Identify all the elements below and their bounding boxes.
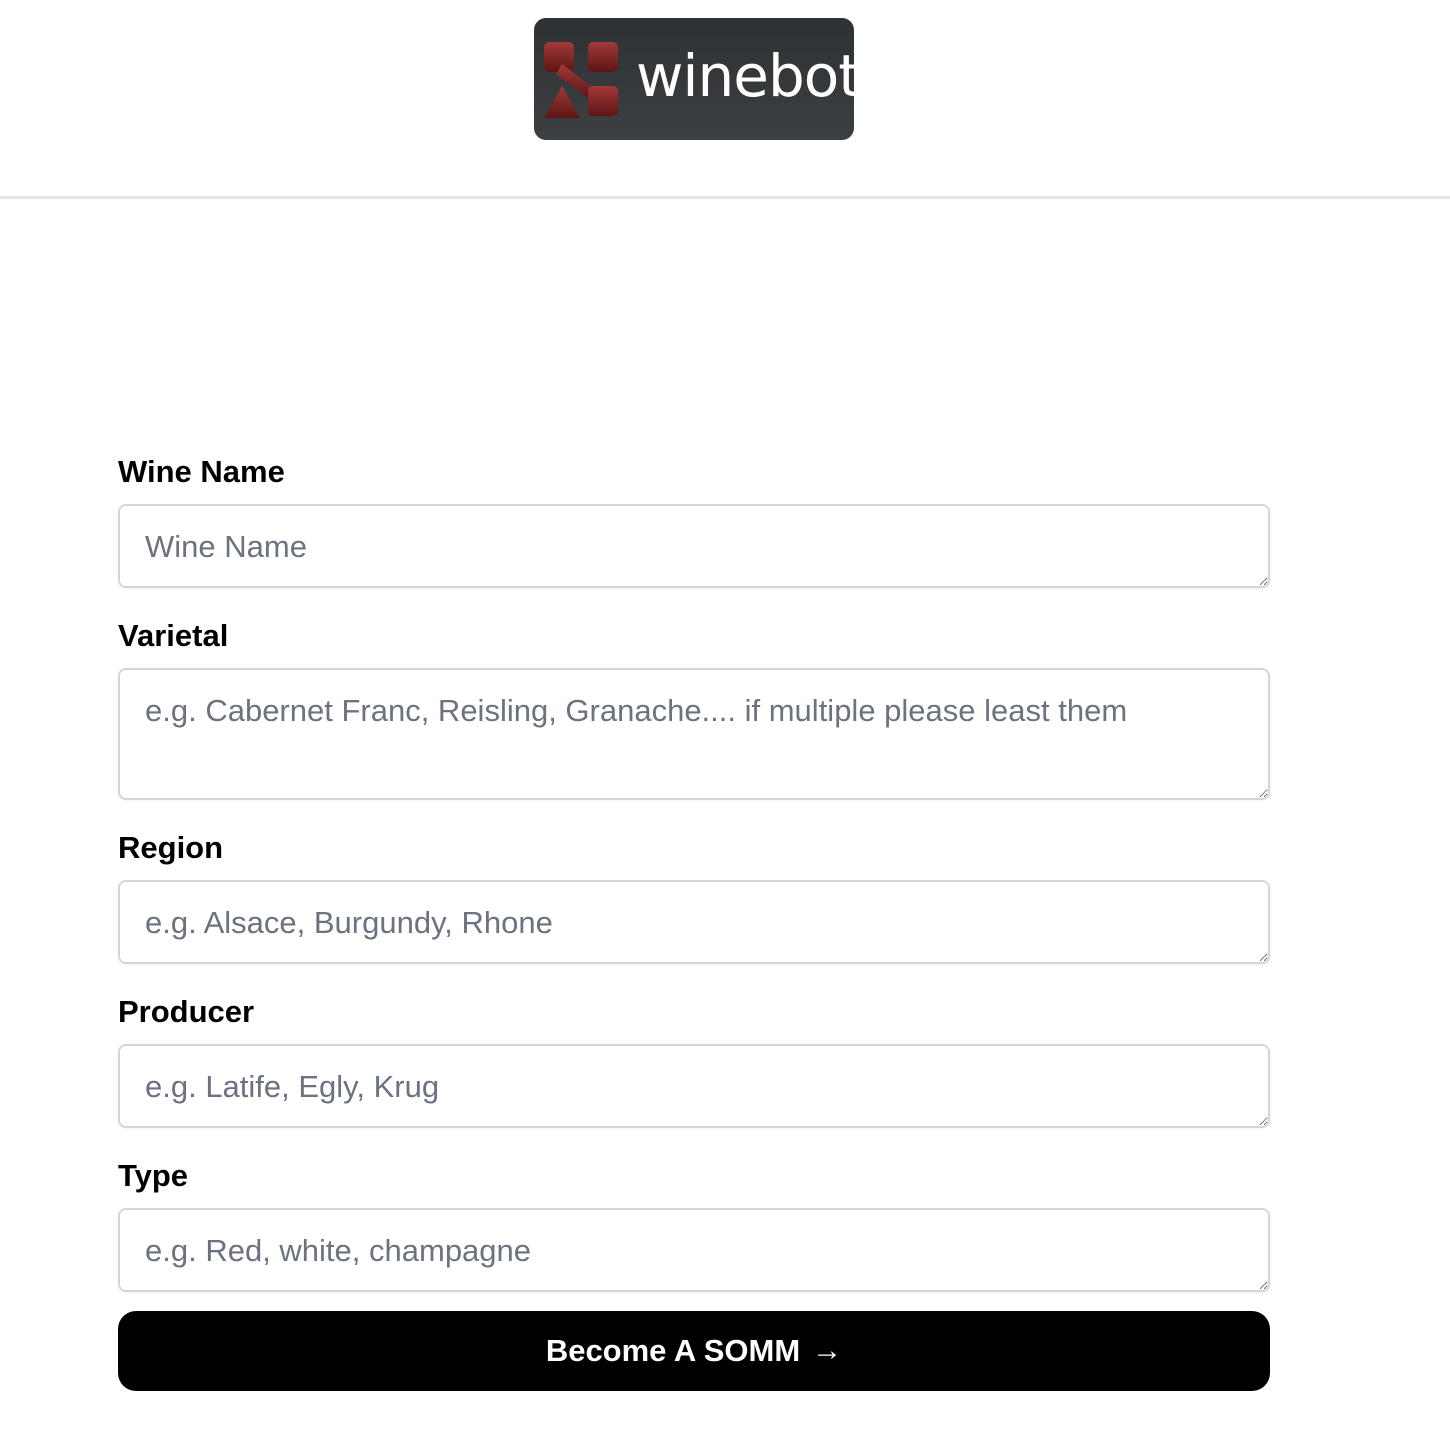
producer-label: Producer: [118, 994, 255, 1029]
become-a-somm-button[interactable]: Become A SOMM →: [118, 1311, 1270, 1391]
app-header: winebot: [0, 0, 1450, 199]
submit-label: Become A SOMM: [545, 1333, 801, 1368]
wine-name-label: Wine Name: [118, 454, 285, 489]
arrow-right-icon: →: [812, 1334, 843, 1367]
varietal-input[interactable]: [118, 668, 1270, 800]
logo-text: winebot: [636, 42, 861, 110]
producer-input[interactable]: [118, 1044, 1270, 1128]
region-input[interactable]: [118, 880, 1270, 964]
winebot-logo[interactable]: winebot: [534, 18, 861, 140]
wine-name-input[interactable]: [118, 504, 1270, 588]
field-varietal: Varietal: [118, 616, 1270, 800]
field-wine-name: Wine Name: [118, 452, 1270, 588]
type-input[interactable]: [118, 1208, 1270, 1292]
field-producer: Producer: [118, 992, 1270, 1128]
type-label: Type: [118, 1158, 189, 1193]
winebot-logo-mark-icon: [544, 42, 618, 118]
varietal-label: Varietal: [118, 618, 229, 653]
region-label: Region: [118, 830, 224, 865]
field-region: Region: [118, 828, 1270, 964]
field-type: Type: [118, 1156, 1270, 1292]
wine-form: Wine Name Varietal Region Producer Type: [118, 450, 1270, 1320]
